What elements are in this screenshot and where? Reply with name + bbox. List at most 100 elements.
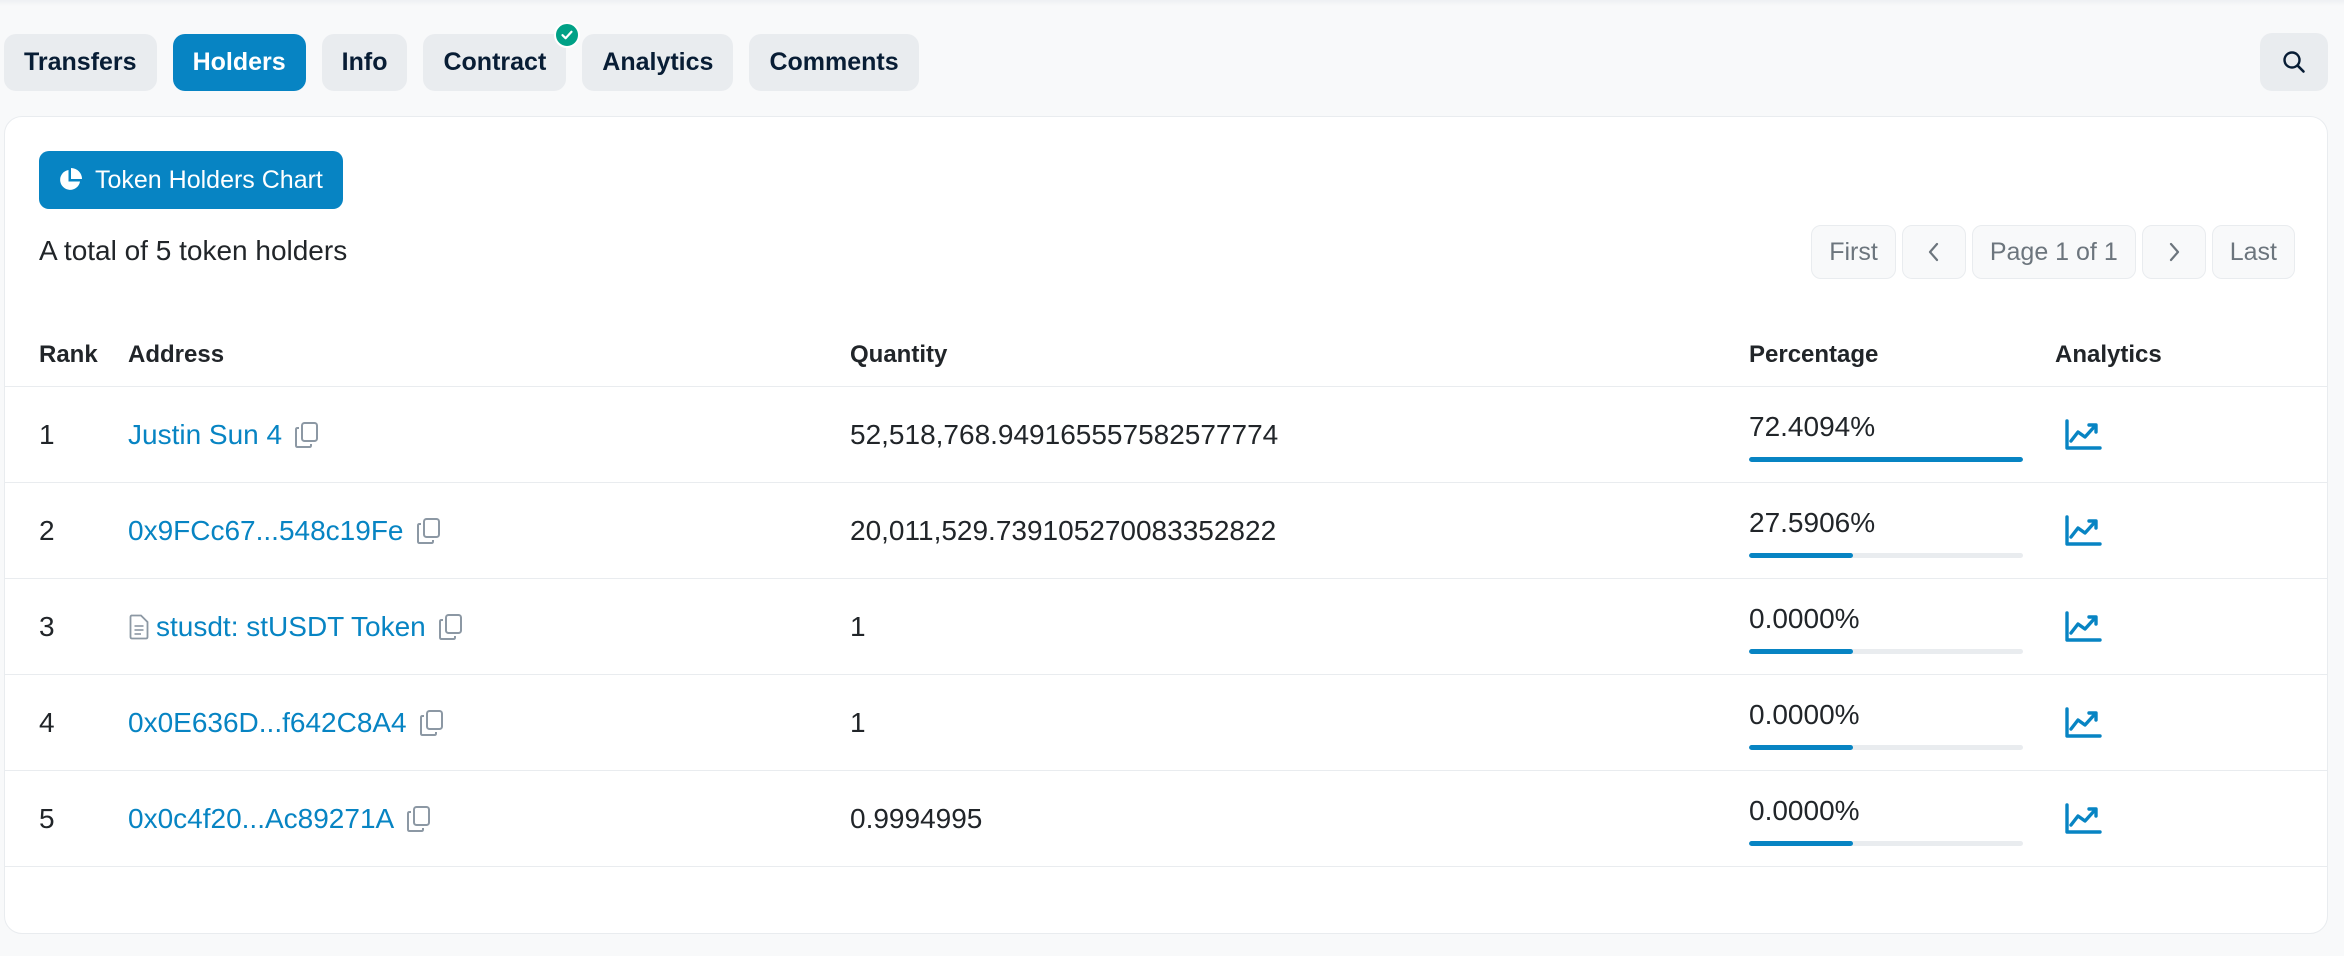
tab-contract[interactable]: Contract [423,21,581,91]
percentage-cell: 0.0000% [1749,579,2023,675]
percentage-value: 27.5906% [1749,507,1876,538]
table-row: 5 0x0c4f20...Ac89271A 0.9994995 0.0000% [5,771,2327,867]
percentage-value: 0.0000% [1749,795,1860,826]
quantity-cell: 20,011,529.739105270083352822 [850,515,1277,546]
tab-label: Info [341,47,388,76]
holder-address-link[interactable]: 0x0c4f20...Ac89271A [128,803,394,835]
quantity-cell: 0.9994995 [850,803,983,834]
chart-button-label: Token Holders Chart [95,165,323,194]
copy-icon [438,614,462,640]
percentage-bar [1749,841,2023,846]
token-holders-chart-button[interactable]: Token Holders Chart [39,151,343,209]
percentage-bar-fill [1749,841,1854,846]
table-row: 3 stusdt: stUSDT Token 1 0.0000% [5,579,2327,675]
line-chart-icon [2065,419,2102,450]
analytics-cell [2063,675,2103,771]
copy-address-button[interactable] [406,805,432,833]
header-quantity: Quantity [850,341,948,368]
percentage-value: 0.0000% [1749,603,1860,634]
verified-check-icon [554,21,581,48]
rank-cell: 3 [39,611,55,642]
percentage-cell: 27.5906% [1749,483,2023,579]
holder-address-link[interactable]: stusdt: stUSDT Token [156,611,426,643]
percentage-value: 0.0000% [1749,699,1860,730]
percentage-cell: 0.0000% [1749,675,2023,771]
percentage-cell: 0.0000% [1749,771,2023,867]
header-rank: Rank [39,341,98,368]
percentage-bar [1749,553,2023,558]
copy-address-button[interactable] [416,517,442,545]
previous-page-button[interactable] [1901,225,1966,279]
quantity-cell: 1 [850,707,866,738]
page-indicator: Page 1 of 1 [1971,225,2136,279]
holder-analytics-link[interactable] [2063,418,2103,452]
address-cell: 0x0E636D...f642C8A4 [128,675,445,771]
first-page-button[interactable]: First [1811,225,1896,279]
tab-bar: Transfers Holders Info Contract Analytic… [4,21,919,91]
percentage-bar-fill [1749,553,1854,558]
percentage-bar-fill [1749,649,1854,654]
quantity-cell: 1 [850,611,866,642]
tab-label: Contract [443,47,547,76]
table-row: 1 Justin Sun 4 52,518,768.9491655575825777… [5,387,2327,483]
last-page-button[interactable]: Last [2211,225,2295,279]
pagination: First Page 1 of 1 Last [1811,225,2295,279]
search-icon [2283,51,2305,73]
address-cell: Justin Sun 4 [128,387,320,483]
pie-chart-icon [60,168,82,190]
holder-analytics-link[interactable] [2063,610,2103,644]
holder-analytics-link[interactable] [2063,706,2103,740]
holder-address-link[interactable]: 0x9FCc67...548c19Fe [128,515,404,547]
tab-label: Transfers [24,47,137,76]
holder-analytics-link[interactable] [2063,802,2103,836]
copy-address-button[interactable] [419,709,445,737]
tab-comments[interactable]: Comments [749,33,919,91]
search-button[interactable] [2260,33,2328,91]
holder-address-link[interactable]: Justin Sun 4 [128,419,282,451]
percentage-bar-fill [1749,745,1854,750]
tab-holders[interactable]: Holders [172,33,306,91]
percentage-value: 72.4094% [1749,411,1876,442]
holders-card: Token Holders Chart A total of 5 token h… [4,116,2328,934]
address-cell: stusdt: stUSDT Token [128,579,464,675]
holder-address-link[interactable]: 0x0E636D...f642C8A4 [128,707,407,739]
table-row: 2 0x9FCc67...548c19Fe 20,011,529.739105270… [5,483,2327,579]
percentage-bar-fill [1749,457,2023,462]
header-address: Address [128,341,225,368]
percentage-bar [1749,745,2023,750]
percentage-cell: 72.4094% [1749,387,2023,483]
chevron-right-icon [2169,242,2179,262]
copy-icon [419,710,443,736]
line-chart-icon [2065,707,2102,738]
copy-icon [407,806,431,832]
analytics-cell [2063,771,2103,867]
table-header: Rank Address Quantity Percentage Analyti… [5,323,2327,387]
rank-cell: 2 [39,515,55,546]
copy-icon [416,518,440,544]
analytics-cell [2063,579,2103,675]
holder-analytics-link[interactable] [2063,514,2103,548]
tab-info[interactable]: Info [321,33,408,91]
chevron-left-icon [1928,242,1938,262]
next-page-button[interactable] [2141,225,2206,279]
copy-address-button[interactable] [294,421,320,449]
holders-summary: A total of 5 token holders [39,235,348,266]
document-icon [129,614,149,640]
copy-address-button[interactable] [438,613,464,641]
percentage-bar [1749,649,2023,654]
tab-transfers[interactable]: Transfers [4,33,157,91]
tab-label: Analytics [602,47,714,76]
analytics-cell [2063,483,2103,579]
contract-marker [128,614,150,640]
tab-analytics[interactable]: Analytics [582,33,734,91]
rank-cell: 4 [39,707,55,738]
percentage-bar [1749,457,2023,462]
line-chart-icon [2065,803,2102,834]
tab-label: Comments [769,47,899,76]
address-cell: 0x9FCc67...548c19Fe [128,483,442,579]
table-row: 4 0x0E636D...f642C8A4 1 0.0000% [5,675,2327,771]
top-divider [0,0,2344,6]
analytics-cell [2063,387,2103,483]
copy-icon [295,422,319,448]
quantity-cell: 52,518,768.949165557582577774 [850,419,1279,450]
